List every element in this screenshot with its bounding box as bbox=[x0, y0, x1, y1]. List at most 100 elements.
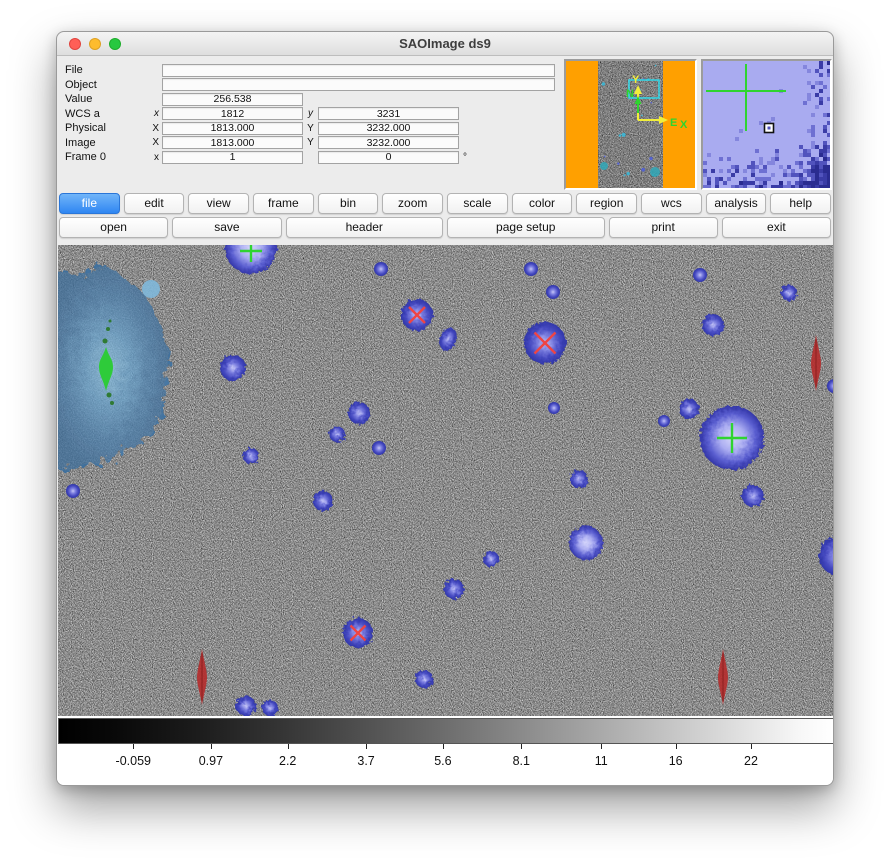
panner-e-label: E bbox=[670, 117, 677, 129]
submenu-button-print[interactable]: print bbox=[609, 217, 718, 238]
star bbox=[546, 285, 560, 299]
value-row: Value bbox=[65, 92, 559, 107]
colorbar-tick bbox=[366, 744, 367, 749]
file-field[interactable] bbox=[162, 64, 555, 77]
window-title: SAOImage ds9 bbox=[57, 36, 833, 51]
frame-label: Frame 0 bbox=[65, 151, 149, 163]
wcs-x-field[interactable] bbox=[162, 107, 303, 120]
physical-x-field[interactable] bbox=[162, 122, 303, 135]
menu-button-scale[interactable]: scale bbox=[447, 193, 508, 214]
frame-row: Frame 0 x ° bbox=[65, 150, 559, 165]
star bbox=[415, 670, 433, 688]
colorbar-tick-label: 3.7 bbox=[357, 754, 374, 768]
image-label: Image bbox=[65, 137, 149, 149]
colorbar-tick-label: 16 bbox=[669, 754, 683, 768]
star bbox=[262, 700, 278, 716]
wcs-row: WCS a x y bbox=[65, 107, 559, 122]
magnifier-cursor bbox=[765, 124, 774, 133]
star bbox=[444, 579, 464, 599]
submenu-button-save[interactable]: save bbox=[172, 217, 281, 238]
menu-bar: fileeditviewframebinzoomscalecolorregion… bbox=[59, 193, 831, 214]
x-marked-star bbox=[343, 618, 373, 648]
colorbar-tick-label: 8.1 bbox=[513, 754, 530, 768]
menu-button-file[interactable]: file bbox=[59, 193, 120, 214]
star bbox=[548, 402, 560, 414]
menu-button-region[interactable]: region bbox=[576, 193, 637, 214]
colorbar-tick bbox=[601, 744, 602, 749]
app-window: SAOImage ds9 File Object Value WCS a x y… bbox=[56, 31, 834, 786]
menu-button-zoom[interactable]: zoom bbox=[382, 193, 443, 214]
menu-button-color[interactable]: color bbox=[512, 193, 573, 214]
colorbar-tick bbox=[133, 744, 134, 749]
value-field[interactable] bbox=[162, 93, 303, 106]
colorbar-tick-label: 22 bbox=[744, 754, 758, 768]
menu-button-help[interactable]: help bbox=[770, 193, 831, 214]
colorbar[interactable] bbox=[58, 718, 834, 744]
main-image-canvas[interactable] bbox=[58, 245, 834, 716]
menu-button-frame[interactable]: frame bbox=[253, 193, 314, 214]
frame-zoom-field[interactable] bbox=[162, 151, 303, 164]
colorbar-tick bbox=[443, 744, 444, 749]
physical-y-field[interactable] bbox=[318, 122, 459, 135]
star bbox=[658, 415, 670, 427]
image-x-field[interactable] bbox=[162, 136, 303, 149]
x-marked-star bbox=[524, 322, 566, 364]
colorbar-tick-label: 5.6 bbox=[434, 754, 451, 768]
star bbox=[236, 696, 256, 716]
submenu-button-exit[interactable]: exit bbox=[722, 217, 831, 238]
colorbar-tick bbox=[676, 744, 677, 749]
star bbox=[243, 448, 259, 464]
image-row: Image X Y bbox=[65, 136, 559, 151]
colorbar-tick bbox=[211, 744, 212, 749]
colorbar-tick bbox=[521, 744, 522, 749]
star bbox=[742, 485, 764, 507]
panner[interactable]: YN EX bbox=[564, 59, 697, 190]
title-bar[interactable]: SAOImage ds9 bbox=[57, 32, 833, 56]
star bbox=[348, 402, 370, 424]
menu-button-analysis[interactable]: analysis bbox=[706, 193, 767, 214]
panner-n-label: N bbox=[626, 88, 634, 100]
menu-button-view[interactable]: view bbox=[188, 193, 249, 214]
star bbox=[313, 491, 333, 511]
menu-button-wcs[interactable]: wcs bbox=[641, 193, 702, 214]
star bbox=[329, 426, 345, 442]
submenu-button-page-setup[interactable]: page setup bbox=[447, 217, 605, 238]
star bbox=[66, 484, 80, 498]
physical-label: Physical bbox=[65, 122, 149, 134]
star bbox=[374, 262, 388, 276]
object-label: Object bbox=[65, 79, 149, 91]
image-y-field[interactable] bbox=[318, 136, 459, 149]
star bbox=[483, 551, 499, 567]
object-field[interactable] bbox=[162, 78, 555, 91]
colorbar-tick-label: -0.059 bbox=[116, 754, 151, 768]
star bbox=[372, 441, 386, 455]
physical-row: Physical X Y bbox=[65, 121, 559, 136]
file-row: File bbox=[65, 63, 559, 78]
submenu-button-open[interactable]: open bbox=[59, 217, 168, 238]
panner-x-label: X bbox=[680, 119, 688, 131]
colorbar-tick-label: 0.97 bbox=[199, 754, 223, 768]
star bbox=[679, 399, 699, 419]
file-submenu-bar: opensaveheaderpage setupprintexit bbox=[59, 217, 831, 238]
magnifier bbox=[701, 59, 832, 190]
value-label: Value bbox=[65, 93, 149, 105]
panner-y-label: Y bbox=[632, 74, 640, 86]
colorbar-tick-label: 2.2 bbox=[279, 754, 296, 768]
x-marked-star bbox=[401, 299, 433, 331]
degree-symbol: ° bbox=[463, 152, 467, 163]
submenu-button-header[interactable]: header bbox=[286, 217, 444, 238]
frame-angle-field[interactable] bbox=[318, 151, 459, 164]
menu-button-edit[interactable]: edit bbox=[124, 193, 185, 214]
star bbox=[569, 526, 603, 560]
star bbox=[524, 262, 538, 276]
file-label: File bbox=[65, 64, 149, 76]
wcs-label: WCS a bbox=[65, 108, 149, 120]
star bbox=[702, 314, 724, 336]
star bbox=[570, 470, 588, 488]
star bbox=[220, 355, 246, 381]
colorbar-tick bbox=[288, 744, 289, 749]
colorbar-tick-label: 11 bbox=[595, 754, 608, 768]
object-row: Object bbox=[65, 78, 559, 93]
menu-button-bin[interactable]: bin bbox=[318, 193, 379, 214]
wcs-y-field[interactable] bbox=[318, 107, 459, 120]
